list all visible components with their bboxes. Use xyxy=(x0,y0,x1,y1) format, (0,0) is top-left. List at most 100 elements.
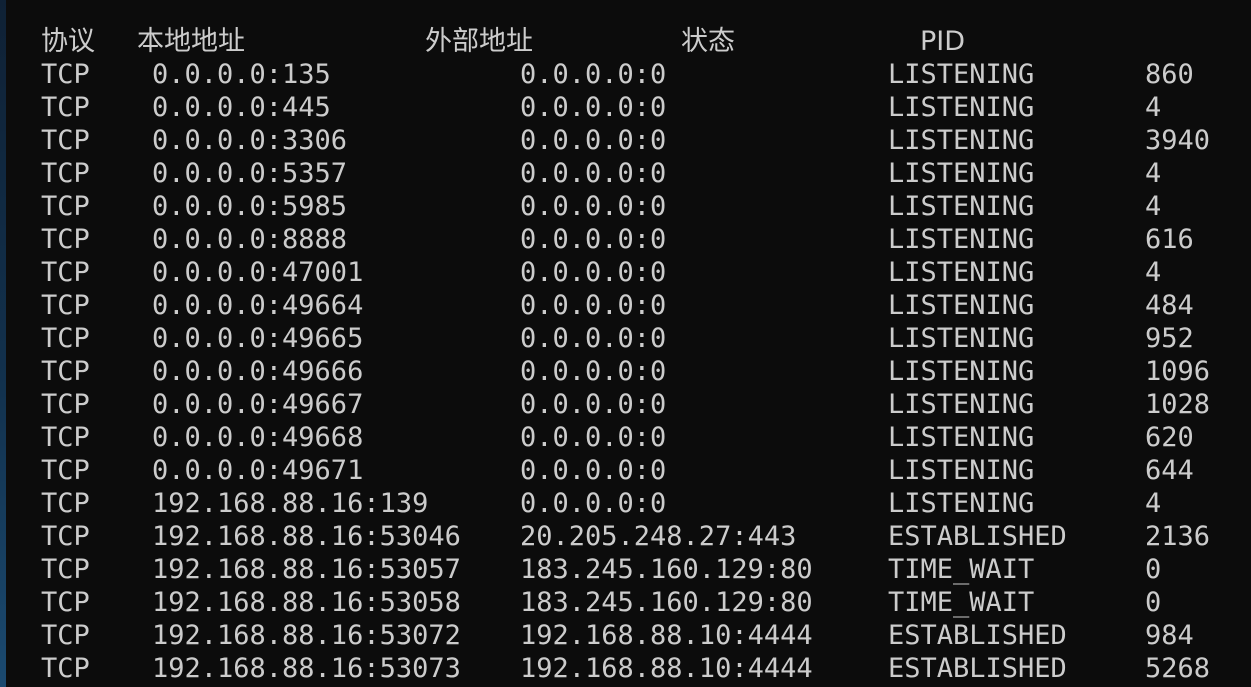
local-address-cell: 0.0.0.0:49667 xyxy=(152,389,364,420)
table-row: TCP 0.0.0.0:49665 0.0.0.0:0 LISTENING 95… xyxy=(0,322,1251,355)
state-cell: LISTENING xyxy=(888,59,1035,90)
foreign-address-cell: 0.0.0.0:0 xyxy=(520,323,667,354)
local-address-cell: 0.0.0.0:445 xyxy=(152,92,331,123)
local-address-cell: 0.0.0.0:3306 xyxy=(152,125,348,156)
pid-cell: 4 xyxy=(1145,158,1162,189)
table-row: TCP 0.0.0.0:5357 0.0.0.0:0 LISTENING 4 xyxy=(0,157,1251,190)
protocol-cell: TCP xyxy=(41,620,90,651)
pid-cell: 0 xyxy=(1145,554,1162,585)
header-local-address: 本地地址 xyxy=(137,26,245,57)
foreign-address-cell: 183.245.160.129:80 xyxy=(520,587,813,618)
header-pid: PID xyxy=(920,26,966,57)
local-address-cell: 0.0.0.0:135 xyxy=(152,59,331,90)
pid-cell: 2136 xyxy=(1145,521,1211,552)
foreign-address-cell: 0.0.0.0:0 xyxy=(520,290,667,321)
protocol-cell: TCP xyxy=(41,224,90,255)
protocol-cell: TCP xyxy=(41,125,90,156)
state-cell: LISTENING xyxy=(888,488,1035,519)
protocol-cell: TCP xyxy=(41,587,90,618)
pid-cell: 0 xyxy=(1145,587,1162,618)
protocol-cell: TCP xyxy=(41,488,90,519)
state-cell: LISTENING xyxy=(888,290,1035,321)
foreign-address-cell: 183.245.160.129:80 xyxy=(520,554,813,585)
state-cell: LISTENING xyxy=(888,191,1035,222)
pid-cell: 4 xyxy=(1145,92,1162,123)
table-row: TCP 192.168.88.16:53072 192.168.88.10:44… xyxy=(0,619,1251,652)
protocol-cell: TCP xyxy=(41,92,90,123)
table-row: TCP 192.168.88.16:53058 183.245.160.129:… xyxy=(0,586,1251,619)
local-address-cell: 0.0.0.0:49671 xyxy=(152,455,364,486)
table-row: TCP 0.0.0.0:49667 0.0.0.0:0 LISTENING 10… xyxy=(0,388,1251,421)
state-cell: LISTENING xyxy=(888,389,1035,420)
pid-cell: 4 xyxy=(1145,257,1162,288)
local-address-cell: 192.168.88.16:53057 xyxy=(152,554,461,585)
foreign-address-cell: 192.168.88.10:4444 xyxy=(520,653,813,684)
local-address-cell: 0.0.0.0:47001 xyxy=(152,257,364,288)
pid-cell: 5268 xyxy=(1145,653,1211,684)
foreign-address-cell: 0.0.0.0:0 xyxy=(520,257,667,288)
local-address-cell: 192.168.88.16:53073 xyxy=(152,653,461,684)
protocol-cell: TCP xyxy=(41,521,90,552)
state-cell: ESTABLISHED xyxy=(888,653,1067,684)
protocol-cell: TCP xyxy=(41,389,90,420)
state-cell: LISTENING xyxy=(888,224,1035,255)
table-row: TCP 0.0.0.0:135 0.0.0.0:0 LISTENING 860 xyxy=(0,58,1251,91)
state-cell: TIME_WAIT xyxy=(888,587,1035,618)
protocol-cell: TCP xyxy=(41,356,90,387)
state-cell: LISTENING xyxy=(888,422,1035,453)
table-row: TCP 192.168.88.16:53073 192.168.88.10:44… xyxy=(0,652,1251,685)
pid-cell: 1096 xyxy=(1145,356,1211,387)
foreign-address-cell: 0.0.0.0:0 xyxy=(520,488,667,519)
protocol-cell: TCP xyxy=(41,323,90,354)
pid-cell: 616 xyxy=(1145,224,1194,255)
foreign-address-cell: 20.205.248.27:443 xyxy=(520,521,797,552)
foreign-address-cell: 0.0.0.0:0 xyxy=(520,125,667,156)
foreign-address-cell: 0.0.0.0:0 xyxy=(520,356,667,387)
protocol-cell: TCP xyxy=(41,191,90,222)
pid-cell: 984 xyxy=(1145,620,1194,651)
console-window[interactable]: 协议 本地地址 外部地址 状态 PID TCP 0.0.0.0:135 0.0.… xyxy=(0,0,1251,687)
local-address-cell: 0.0.0.0:5357 xyxy=(152,158,348,189)
pid-cell: 484 xyxy=(1145,290,1194,321)
pid-cell: 4 xyxy=(1145,191,1162,222)
foreign-address-cell: 0.0.0.0:0 xyxy=(520,92,667,123)
state-cell: LISTENING xyxy=(888,158,1035,189)
pid-cell: 952 xyxy=(1145,323,1194,354)
protocol-cell: TCP xyxy=(41,257,90,288)
foreign-address-cell: 192.168.88.10:4444 xyxy=(520,620,813,651)
protocol-cell: TCP xyxy=(41,59,90,90)
local-address-cell: 192.168.88.16:53046 xyxy=(152,521,461,552)
foreign-address-cell: 0.0.0.0:0 xyxy=(520,389,667,420)
header-state: 状态 xyxy=(681,26,735,57)
state-cell: LISTENING xyxy=(888,455,1035,486)
table-row: TCP 0.0.0.0:49671 0.0.0.0:0 LISTENING 64… xyxy=(0,454,1251,487)
header-foreign-address: 外部地址 xyxy=(425,26,533,57)
protocol-cell: TCP xyxy=(41,158,90,189)
netstat-header-row: 协议 本地地址 外部地址 状态 PID xyxy=(0,25,1251,58)
local-address-cell: 0.0.0.0:49664 xyxy=(152,290,364,321)
state-cell: LISTENING xyxy=(888,257,1035,288)
header-protocol: 协议 xyxy=(41,26,95,57)
state-cell: LISTENING xyxy=(888,356,1035,387)
table-row: TCP 0.0.0.0:8888 0.0.0.0:0 LISTENING 616 xyxy=(0,223,1251,256)
state-cell: LISTENING xyxy=(888,125,1035,156)
pid-cell: 4 xyxy=(1145,488,1162,519)
table-row: TCP 0.0.0.0:49664 0.0.0.0:0 LISTENING 48… xyxy=(0,289,1251,322)
pid-cell: 3940 xyxy=(1145,125,1211,156)
state-cell: TIME_WAIT xyxy=(888,554,1035,585)
protocol-cell: TCP xyxy=(41,554,90,585)
local-address-cell: 192.168.88.16:53058 xyxy=(152,587,461,618)
protocol-cell: TCP xyxy=(41,653,90,684)
local-address-cell: 0.0.0.0:49666 xyxy=(152,356,364,387)
local-address-cell: 0.0.0.0:49668 xyxy=(152,422,364,453)
local-address-cell: 0.0.0.0:49665 xyxy=(152,323,364,354)
state-cell: ESTABLISHED xyxy=(888,521,1067,552)
local-address-cell: 0.0.0.0:5985 xyxy=(152,191,348,222)
foreign-address-cell: 0.0.0.0:0 xyxy=(520,224,667,255)
foreign-address-cell: 0.0.0.0:0 xyxy=(520,158,667,189)
table-row: TCP 192.168.88.16:53057 183.245.160.129:… xyxy=(0,553,1251,586)
state-cell: LISTENING xyxy=(888,92,1035,123)
foreign-address-cell: 0.0.0.0:0 xyxy=(520,455,667,486)
local-address-cell: 0.0.0.0:8888 xyxy=(152,224,348,255)
protocol-cell: TCP xyxy=(41,290,90,321)
